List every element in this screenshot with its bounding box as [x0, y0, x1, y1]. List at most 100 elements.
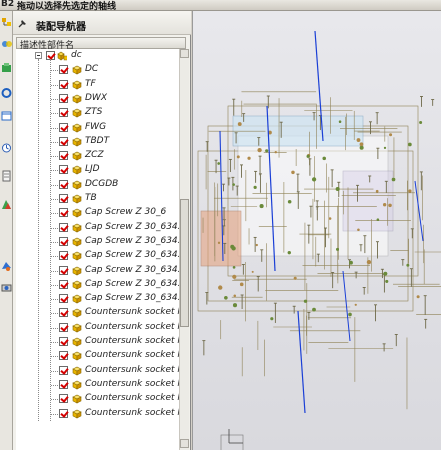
tree-node-component[interactable]: DC: [16, 63, 179, 77]
tree-node-component[interactable]: Cap Screw Z 30_6: [16, 206, 179, 220]
tree-node-component[interactable]: DCGDB: [16, 178, 179, 192]
datum-axis: [414, 180, 424, 242]
tree-node-component[interactable]: FWG: [16, 121, 179, 135]
visibility-checkbox[interactable]: [59, 194, 68, 203]
visibility-checkbox[interactable]: [59, 379, 68, 389]
tree-node-component[interactable]: Cap Screw Z 30_634...: [16, 235, 179, 249]
visibility-checkbox[interactable]: [59, 337, 68, 346]
tree-node-component[interactable]: Countersunk socket h...: [16, 321, 179, 335]
visibility-checkbox[interactable]: [59, 408, 68, 418]
tree-node-component[interactable]: Countersunk socket h...: [16, 306, 179, 320]
assembly-tree: dc DC TF DWX ZTS FWG TBDT ZCZ LJD DCGDB TB Cap Scr…: [16, 49, 179, 450]
component-part-icon: [72, 94, 82, 104]
pin-icon[interactable]: [18, 18, 28, 28]
assembly-navigator-icon[interactable]: [1, 15, 12, 29]
process-studio-icon[interactable]: [1, 169, 12, 183]
visibility-checkbox[interactable]: [59, 294, 68, 304]
tree-connector-line: [51, 127, 58, 129]
visibility-checkbox[interactable]: [59, 122, 68, 132]
reuse-library-icon[interactable]: [1, 86, 12, 100]
tree-node-component[interactable]: ZTS: [16, 106, 179, 120]
app-id-label: B2: [1, 0, 15, 9]
fastener-point: [293, 276, 297, 280]
component-part-icon: [72, 409, 82, 418]
tree-node-component[interactable]: DWX: [16, 92, 179, 106]
fastener-point: [408, 142, 412, 147]
tree-node-component[interactable]: LJD: [16, 163, 179, 177]
visibility-checkbox[interactable]: [59, 179, 68, 189]
tree-node-component[interactable]: Cap Screw Z 30_634...: [16, 264, 179, 278]
tree-connector-line: [51, 399, 58, 401]
visibility-checkbox[interactable]: [59, 308, 68, 318]
component-part-icon: [72, 223, 82, 233]
visibility-checkbox[interactable]: [59, 394, 68, 404]
tree-node-component[interactable]: Cap Screw Z 30_634...: [16, 249, 179, 263]
component-part-icon: [72, 137, 82, 147]
component-part-icon: [72, 237, 82, 247]
visibility-checkbox[interactable]: [59, 208, 68, 218]
system-scenes-icon[interactable]: [1, 281, 12, 295]
tree-node-component[interactable]: Cap Screw Z 30_634...: [16, 221, 179, 235]
fastener-point: [388, 203, 392, 208]
tree-node-component[interactable]: Countersunk socket h...: [16, 378, 179, 392]
tree-node-component[interactable]: TF: [16, 78, 179, 92]
roles-icon[interactable]: [1, 197, 12, 211]
visibility-checkbox[interactable]: [59, 236, 68, 246]
fastener-point: [306, 154, 310, 158]
wireframe-assembly-model[interactable]: [193, 11, 441, 450]
nx-window: B2 拖动以选择先选定的轴线 装配导航器 描述性部件名 dc DC TF DWX…: [0, 0, 441, 450]
visibility-checkbox[interactable]: [59, 93, 68, 103]
component-part-icon: [72, 337, 82, 347]
cue-line: B2 拖动以选择先选定的轴线: [0, 0, 441, 12]
visibility-checkbox[interactable]: [59, 365, 68, 375]
tree-vertical-scrollbar[interactable]: [179, 49, 189, 450]
tree-node-root[interactable]: dc: [16, 49, 179, 63]
scroll-thumb[interactable]: [180, 199, 189, 327]
tree-node-component[interactable]: Countersunk socket h...: [16, 349, 179, 363]
tree-node-component[interactable]: Countersunk socket h...: [16, 392, 179, 406]
scroll-up-button[interactable]: [180, 49, 189, 58]
tree-node-label: Countersunk socket h...: [85, 350, 179, 361]
visibility-checkbox[interactable]: [59, 265, 68, 275]
tree-node-component[interactable]: Countersunk socket h...: [16, 364, 179, 378]
web-browser-icon[interactable]: [1, 109, 12, 123]
scroll-down-button[interactable]: [180, 439, 189, 448]
graphics-window[interactable]: [192, 11, 441, 450]
visibility-checkbox[interactable]: [59, 136, 68, 146]
fastener-point: [270, 317, 274, 321]
part-navigator-icon[interactable]: [1, 61, 12, 75]
tree-node-component[interactable]: Cap Screw Z 30_634...: [16, 278, 179, 292]
visibility-checkbox[interactable]: [59, 279, 68, 289]
system-materials-icon[interactable]: [1, 259, 12, 273]
tree-connector-line: [51, 213, 58, 215]
tree-node-component[interactable]: Cap Screw Z 30_634...: [16, 292, 179, 306]
fastener-point: [348, 312, 352, 317]
visibility-checkbox[interactable]: [59, 251, 68, 261]
tree-node-component[interactable]: Countersunk socket h...: [16, 407, 179, 421]
fastener-point: [359, 142, 364, 147]
tree-node-component[interactable]: TB: [16, 192, 179, 206]
component-part: [342, 170, 394, 232]
fastener-point: [391, 177, 396, 182]
constraint-navigator-icon[interactable]: [1, 37, 12, 51]
tree-node-component[interactable]: TBDT: [16, 135, 179, 149]
visibility-checkbox[interactable]: [59, 151, 68, 161]
visibility-checkbox[interactable]: [59, 222, 68, 232]
collapse-toggle-icon[interactable]: [35, 52, 42, 59]
visibility-checkbox[interactable]: [59, 108, 68, 118]
fastener-point: [389, 133, 393, 137]
visibility-checkbox[interactable]: [59, 165, 68, 175]
fastener-point: [253, 185, 257, 189]
tree-node-component[interactable]: Countersunk socket h...: [16, 335, 179, 349]
fastener-point: [376, 218, 380, 221]
visibility-checkbox[interactable]: [59, 79, 68, 89]
visibility-checkbox[interactable]: [59, 65, 68, 75]
column-header-descriptive-part-name[interactable]: 描述性部件名: [16, 37, 186, 51]
tree-node-component[interactable]: ZCZ: [16, 149, 179, 163]
visibility-checkbox[interactable]: [59, 322, 68, 332]
history-icon[interactable]: [1, 141, 12, 155]
tree-connector-line: [51, 199, 58, 200]
tree-connector-line: [51, 184, 58, 186]
visibility-checkbox[interactable]: [59, 351, 68, 361]
fastener-point: [335, 186, 340, 192]
